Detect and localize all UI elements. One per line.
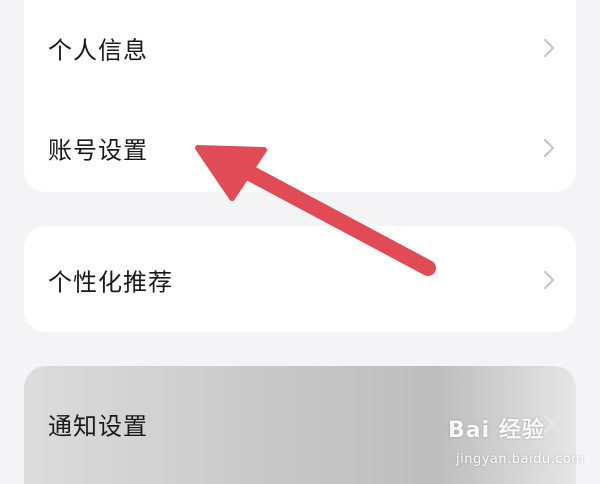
settings-item-account-settings[interactable]: 账号设置 [24,116,576,180]
settings-item-label: 个性化推荐 [48,268,173,297]
settings-item-label: 个人信息 [48,36,148,65]
chevron-right-icon [544,39,554,57]
settings-item-label: 通知设置 [48,412,148,441]
watermark-brand: Bai 经验 [448,418,545,443]
settings-group-1: 个人信息 账号设置 [24,0,576,192]
settings-group-2: 个性化推荐 [24,226,576,332]
chevron-right-icon [544,271,554,289]
watermark-url: jingyan.baidu.com [456,452,585,467]
settings-item-personal-info[interactable]: 个人信息 [24,16,576,80]
baidu-jingyan-watermark: Bai 经验 jingyan.baidu.com [448,412,588,478]
settings-item-label: 账号设置 [48,136,148,165]
settings-item-personalized-recommendation[interactable]: 个性化推荐 [24,248,576,312]
chevron-right-icon [544,139,554,157]
